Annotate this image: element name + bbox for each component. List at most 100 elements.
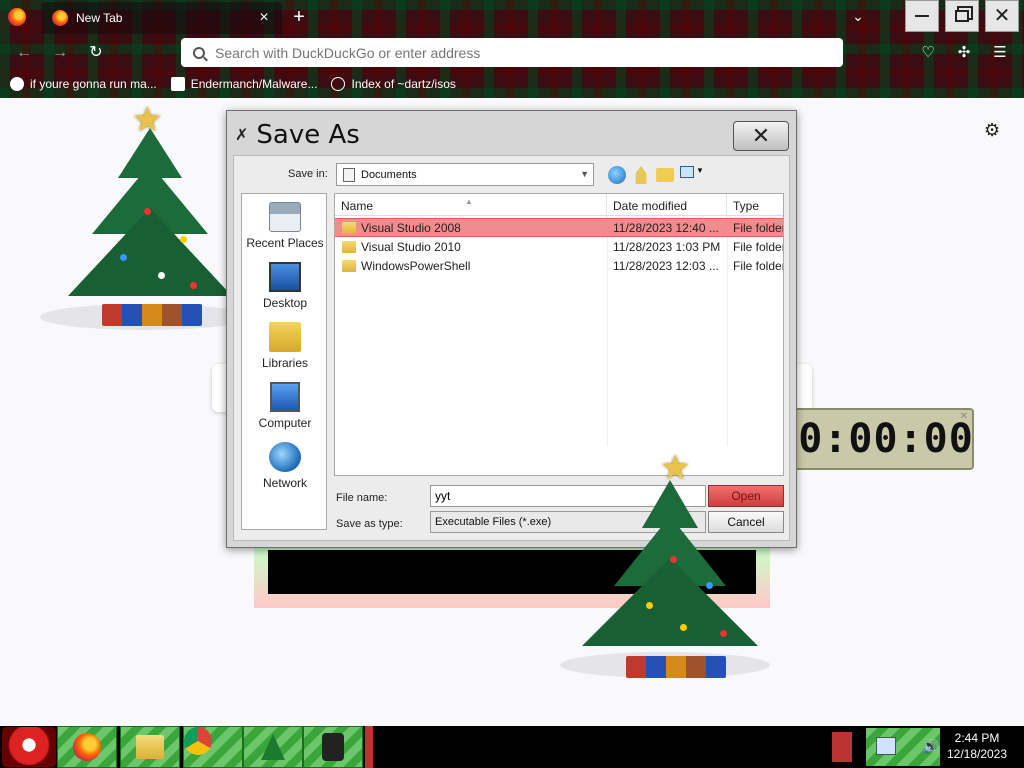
globe-icon [331, 77, 346, 91]
place-libraries[interactable]: Libraries [242, 322, 328, 370]
place-label: Libraries [261, 356, 309, 370]
file-row[interactable]: Visual Studio 2008 11/28/2023 12:40 ... … [335, 218, 784, 237]
network-icon[interactable] [876, 737, 896, 755]
show-hidden-icons[interactable] [832, 732, 852, 762]
file-date: 11/28/2023 1:03 PM [613, 240, 721, 254]
place-label: Desktop [262, 296, 308, 310]
taskbar: 🔊 2:44 PM 12/18/2023 [0, 726, 1024, 768]
back-arrow-icon[interactable]: ← [12, 42, 36, 64]
taskbar-xmas-tree[interactable] [243, 726, 303, 768]
taskbar-explorer[interactable] [120, 726, 180, 768]
search-icon [193, 46, 205, 59]
column-type[interactable]: Type [727, 194, 783, 216]
minimize-button[interactable] [905, 0, 939, 32]
reload-icon[interactable]: ↻ [84, 42, 108, 64]
chevron-down-icon: ▼ [580, 169, 589, 179]
timer-display: 00:00:00 [773, 416, 974, 462]
desktop-icon [269, 262, 301, 292]
back-icon[interactable] [608, 166, 626, 184]
christmas-tree-decoration: ★ [560, 449, 780, 692]
bookmark-label: Index of ~dartz/isos [351, 77, 456, 91]
up-folder-icon[interactable] [635, 166, 647, 184]
folder-icon [342, 222, 356, 234]
speaker-icon[interactable]: 🔊 [922, 738, 939, 755]
star-icon: ★ [660, 449, 691, 487]
taskbar-clock[interactable]: 2:44 PM 12/18/2023 [944, 730, 1010, 762]
bookmark-label: if youre gonna run ma... [30, 77, 157, 91]
taskbar-firefox[interactable] [57, 726, 117, 768]
recent-places-icon [269, 202, 301, 232]
network-icon [269, 442, 301, 472]
bookmarks-bar: if youre gonna run ma... Endermanch/Malw… [0, 70, 1024, 98]
places-bar: Recent Places Desktop Libraries Computer… [241, 193, 327, 530]
column-date-modified[interactable]: Date modified [607, 194, 727, 216]
new-tab-button[interactable]: + [288, 6, 310, 28]
place-computer[interactable]: Computer [242, 382, 328, 430]
save-as-type-label: Save as type: [336, 518, 403, 530]
bookmark-item[interactable]: Index of ~dartz/isos [331, 77, 456, 91]
place-desktop[interactable]: Desktop [242, 262, 328, 310]
file-name: Visual Studio 2008 [361, 221, 461, 235]
firefox-icon [52, 10, 68, 26]
window-close-button[interactable]: ✕ [985, 0, 1019, 32]
file-type: File folder [733, 259, 784, 273]
place-network[interactable]: Network [242, 442, 328, 490]
start-button[interactable] [2, 727, 56, 767]
file-row[interactable]: Visual Studio 2010 11/28/2023 1:03 PM Fi… [335, 238, 784, 257]
file-row[interactable]: WindowsPowerShell 11/28/2023 12:03 ... F… [335, 257, 784, 276]
address-bar[interactable] [181, 38, 843, 67]
dialog-title: Save As [256, 120, 360, 150]
christmas-tree-icon [261, 734, 285, 760]
save-in-value: Documents [361, 168, 417, 181]
place-label: Network [262, 476, 307, 490]
column-name[interactable]: ▲ Name [335, 194, 607, 216]
save-in-dropdown[interactable]: Documents ▼ [336, 163, 594, 186]
system-tray: 🔊 [866, 728, 940, 766]
close-icon[interactable]: ✕ [960, 411, 968, 422]
forward-arrow-icon[interactable]: → [48, 42, 72, 64]
tab-close-icon[interactable]: × [254, 9, 274, 27]
dialog-close-button[interactable]: ✕ [733, 121, 789, 151]
gear-icon[interactable]: ⚙ [984, 120, 1000, 141]
pocket-icon[interactable]: ♡ [916, 42, 940, 64]
maximize-button[interactable] [945, 0, 979, 32]
place-label: Recent Places [246, 236, 324, 250]
timer-widget[interactable]: ✕ 00:00:00 [773, 408, 974, 470]
file-list-header: ▲ Name Date modified Type [335, 194, 783, 216]
file-type: File folder [733, 240, 784, 254]
menu-icon[interactable]: ☰ [988, 42, 1012, 64]
file-list: ▲ Name Date modified Type Visual Studio … [334, 193, 784, 476]
tab-new-tab[interactable]: New Tab × [42, 2, 282, 34]
page-icon [170, 77, 185, 91]
bookmark-item[interactable]: Endermanch/Malware... [170, 77, 317, 91]
firefox-view-icon[interactable] [8, 8, 26, 26]
taskbar-divider [365, 726, 373, 768]
chrome-icon [184, 727, 212, 755]
views-menu-icon[interactable]: ▼ [680, 166, 706, 184]
tab-bar: New Tab × + ⌄ ✕ [0, 0, 1024, 36]
file-type: File folder [733, 221, 784, 235]
nav-bar: ← → ↻ ♡ ✣ ☰ [0, 36, 1024, 70]
lizard-icon: ✗ [235, 127, 249, 144]
column-label: Type [733, 199, 760, 213]
file-name: Visual Studio 2010 [361, 240, 461, 254]
bookmark-item[interactable]: if youre gonna run ma... [10, 77, 157, 91]
column-label: Date modified [613, 199, 688, 213]
dialog-title-bar: ✗ Save As [235, 119, 360, 151]
file-date: 11/28/2023 12:03 ... [613, 259, 719, 273]
taskbar-chrome[interactable] [183, 726, 243, 768]
new-folder-icon[interactable] [656, 168, 674, 182]
extensions-icon[interactable]: ✣ [952, 42, 976, 64]
taskbar-lizard[interactable] [303, 726, 363, 768]
tab-title: New Tab [76, 11, 123, 25]
file-date: 11/28/2023 12:40 ... [613, 221, 719, 235]
star-icon: ★ [132, 101, 163, 139]
folder-icon [342, 260, 356, 272]
place-recent-places[interactable]: Recent Places [242, 202, 328, 250]
url-input[interactable] [215, 44, 815, 61]
clock-time: 2:44 PM [954, 731, 1000, 745]
file-explorer-icon [136, 735, 164, 759]
chevron-down-icon[interactable]: ⌄ [848, 8, 868, 28]
computer-icon [270, 382, 300, 412]
save-in-label: Save in: [288, 168, 328, 180]
